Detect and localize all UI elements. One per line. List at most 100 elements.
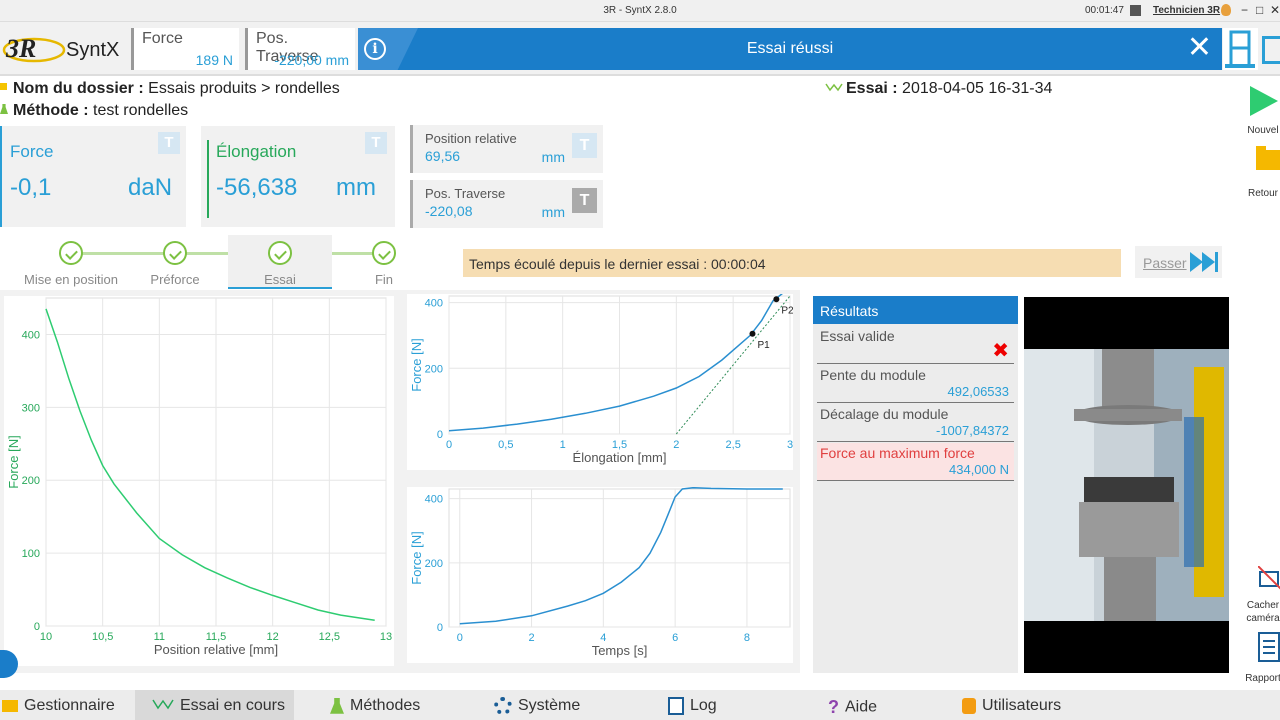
curve-icon <box>152 697 174 715</box>
x-axis-label: Temps [s] <box>592 643 648 658</box>
chart-force-time: 0 2 4 6 8 0 200 400 Temps [s] Force [N] <box>407 486 793 663</box>
y-tick-label: 200 <box>425 558 443 570</box>
folder-return-icon[interactable] <box>1256 146 1280 170</box>
minimize-button[interactable]: − <box>1241 3 1248 17</box>
x-tick-label: 1 <box>560 439 566 451</box>
nav-utilisateurs[interactable]: Utilisateurs <box>962 690 1061 720</box>
tile-force-label: Force <box>10 142 54 161</box>
hide-camera-label-2[interactable]: caméra <box>1238 613 1280 624</box>
new-test-label[interactable]: Nouvel <box>1238 125 1280 136</box>
nav-aide[interactable]: ? Aide <box>828 690 877 720</box>
topbar-force-value: 189 N <box>195 52 233 68</box>
step-label: Fin <box>374 272 394 287</box>
essai-label: Essai : <box>846 80 898 97</box>
report-icon[interactable] <box>1258 632 1280 662</box>
app-logo: 3R SyntX <box>2 30 124 70</box>
y-axis-label: Force [N] <box>409 338 424 391</box>
logo-mark: 3R <box>6 34 37 63</box>
result-force-max[interactable]: Force au maximum force 434,000 N <box>817 443 1014 481</box>
y-axis-label: Force [N] <box>6 435 21 488</box>
methode-label: Méthode : <box>13 102 89 119</box>
tile-posrel-unit: mm <box>541 149 565 165</box>
tile-postrav-unit: mm <box>541 204 565 220</box>
nav-gestionnaire[interactable]: Gestionnaire <box>2 690 115 720</box>
tare-elongation-button[interactable]: T <box>365 132 387 154</box>
machine-icon[interactable] <box>1223 28 1258 70</box>
y-axis-label: Force [N] <box>409 531 424 584</box>
tile-position-relative: Position relative 69,56 mm T <box>410 125 603 173</box>
methode-line: Méthode : test rondelles <box>13 102 188 120</box>
nav-label: Log <box>690 697 717 715</box>
maximize-button[interactable]: □ <box>1256 3 1263 17</box>
logo-text: SyntX <box>66 39 120 61</box>
y-tick-label: 400 <box>425 298 443 310</box>
result-essai-valide: Essai valide ✖ <box>817 326 1014 364</box>
nav-methodes[interactable]: Méthodes <box>330 690 420 720</box>
close-window-button[interactable]: ✕ <box>1270 3 1280 17</box>
machine-icon-2[interactable] <box>1262 36 1280 64</box>
topbar-traverse: Pos. Traverse -220,00 mm <box>245 28 355 70</box>
y-tick-label: 200 <box>425 363 443 375</box>
tile-postrav-value: -220,08 <box>425 203 473 219</box>
plot-area <box>448 488 791 628</box>
step-preforce[interactable]: Préforce <box>123 241 227 287</box>
curve-icon <box>825 83 843 92</box>
step-label: Préforce <box>150 272 200 287</box>
skip-label: Passer <box>1143 255 1187 271</box>
x-tick-label: 3 <box>787 439 793 451</box>
x-tick-label: 6 <box>672 632 678 644</box>
nav-systeme[interactable]: Système <box>494 690 580 720</box>
elapsed-time-bar: Temps écoulé depuis le dernier essai : 0… <box>463 249 1121 277</box>
dossier-label: Nom du dossier : <box>13 80 144 97</box>
gear-icon <box>494 697 512 715</box>
report-label[interactable]: Rapport <box>1238 673 1280 684</box>
result-value: -1007,84372 <box>935 423 1009 438</box>
result-value: 434,000 N <box>949 462 1009 477</box>
topbar-force-label: Force <box>142 30 183 47</box>
tile-elongation-label: Élongation <box>216 142 297 161</box>
x-tick-label: 0 <box>446 439 452 451</box>
user-link[interactable]: Technicien 3R <box>1153 5 1220 16</box>
tile-elongation-bar <box>207 140 209 218</box>
results-header: Résultats <box>813 296 1018 324</box>
nav-label: Gestionnaire <box>24 697 115 714</box>
banner-message: Essai réussi <box>746 40 834 57</box>
log-icon <box>668 697 684 715</box>
nav-essai-en-cours[interactable]: Essai en cours <box>135 690 294 720</box>
check-icon <box>59 241 83 265</box>
topbar-traverse-value: -220,00 mm <box>274 52 349 68</box>
fast-forward-icon <box>1190 252 1218 272</box>
step-fin[interactable]: Fin <box>332 241 436 287</box>
y-tick-label: 200 <box>22 475 40 487</box>
x-tick-label: 10,5 <box>92 631 113 643</box>
tare-postrav-button[interactable]: T <box>572 188 597 213</box>
results-panel: Résultats Essai valide ✖ Pente du module… <box>813 296 1018 673</box>
check-icon <box>163 241 187 265</box>
flask-icon <box>0 104 8 114</box>
check-icon <box>268 241 292 265</box>
result-label: Essai valide <box>820 328 895 344</box>
tare-force-button[interactable]: T <box>158 132 180 154</box>
camera-off-icon[interactable] <box>1258 566 1280 590</box>
hide-camera-label[interactable]: Cacher <box>1238 600 1280 611</box>
chart-force-position: 10 10,5 11 11,5 12 12,5 13 0 100 200 300 400 Positio… <box>4 296 394 666</box>
x-tick-label: 2,5 <box>726 439 741 451</box>
skip-button[interactable]: Passer <box>1135 246 1222 278</box>
window-menu-icon[interactable] <box>1130 5 1141 16</box>
x-tick-label: 2 <box>673 439 679 451</box>
nav-label: Utilisateurs <box>982 697 1062 714</box>
tare-posrel-button[interactable]: T <box>572 133 597 158</box>
right-action-bar: Nouvel Retour Cacher caméra Rapport <box>1242 76 1280 690</box>
x-tick-label: 13 <box>380 631 392 643</box>
step-mise-en-position[interactable]: Mise en position <box>19 241 123 287</box>
close-banner-button[interactable]: ✕ <box>1187 33 1212 63</box>
return-label[interactable]: Retour <box>1238 188 1280 199</box>
dossier-line: Nom du dossier : Essais produits > ronde… <box>13 80 340 98</box>
point-label: P2 <box>781 305 793 316</box>
point-label: P1 <box>757 340 770 351</box>
play-new-icon[interactable] <box>1250 86 1280 116</box>
nav-label: Méthodes <box>350 697 421 714</box>
point-marker <box>749 330 756 337</box>
step-essai[interactable]: Essai <box>228 241 332 287</box>
nav-log[interactable]: Log <box>668 690 717 720</box>
